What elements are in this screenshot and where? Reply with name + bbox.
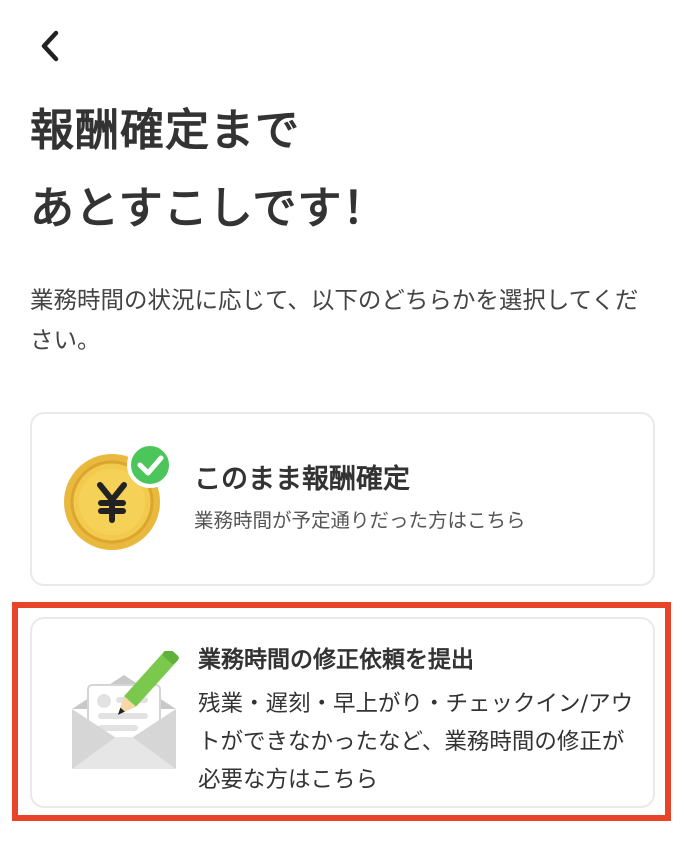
- instruction-text: 業務時間の状況に応じて、以下のどちらかを選択してください。: [30, 286, 639, 354]
- page-title: 報酬確定まで あとすこしです！: [30, 92, 650, 248]
- submit-correction-option[interactable]: 業務時間の修正依頼を提出 残業・遅刻・早上がり・チェックイン/アウトができなかっ…: [30, 617, 655, 808]
- chevron-left-icon: [41, 30, 59, 62]
- option-description: 残業・遅刻・早上がり・チェックイン/アウトができなかったなど、業務時間の修正が必…: [198, 691, 634, 793]
- submit-correction-text: 業務時間の修正依頼を提出 残業・遅刻・早上がり・チェックイン/アウトができなかっ…: [198, 643, 638, 799]
- envelope-pencil-icon: [66, 648, 186, 781]
- confirm-reward-option[interactable]: このまま報酬確定 業務時間が予定通りだった方はこちら: [30, 412, 655, 586]
- page-title-line-2: あとすこしです！: [30, 183, 388, 234]
- yen-coin-check-icon: [62, 440, 173, 560]
- back-button[interactable]: [26, 22, 74, 70]
- option-title: このまま報酬確定: [194, 464, 410, 495]
- option-title: 業務時間の修正依頼を提出: [198, 647, 474, 673]
- option-description: 業務時間が予定通りだった方はこちら: [194, 509, 526, 532]
- page-title-line-1: 報酬確定まで: [30, 105, 300, 156]
- confirm-reward-text: このまま報酬確定 業務時間が予定通りだった方はこちら: [194, 460, 634, 538]
